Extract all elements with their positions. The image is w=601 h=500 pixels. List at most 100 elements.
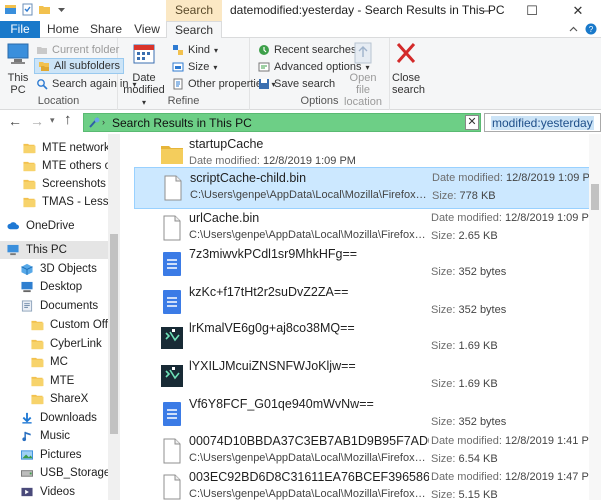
save-search-label: Save search: [274, 78, 336, 90]
nav-item[interactable]: TMAS - Lesson 6: [0, 193, 108, 211]
close-search-icon: [396, 43, 416, 63]
video-icon: [21, 487, 33, 497]
nav-item[interactable]: MTE: [0, 372, 108, 390]
scrollbar-thumb[interactable]: [110, 234, 118, 434]
file-path: C:\Users\genpe\AppData\Local\Mozilla\Fir…: [190, 189, 428, 201]
kind-label: Kind: [188, 44, 211, 56]
customize-toolbar-icon[interactable]: [55, 3, 68, 16]
nav-item[interactable]: MTE network reb: [0, 139, 108, 157]
nav-item[interactable]: Desktop: [0, 278, 108, 296]
nav-item[interactable]: Downloads: [0, 409, 108, 427]
results-scrollbar[interactable]: [589, 134, 601, 500]
date-modified-value: 12/8/2019 1:09 PM: [506, 172, 599, 184]
up-arrow-icon[interactable]: ↑: [64, 111, 72, 128]
music-icon: [22, 431, 31, 442]
size-button[interactable]: Size ▾: [172, 59, 217, 75]
list-item[interactable]: lYXILJMcuiZNSNFWJoKljw== Size: 1.69 KB: [134, 356, 590, 398]
save-search-button[interactable]: Save search: [258, 76, 335, 92]
list-item[interactable]: lrKmalVE6g0g+aj8co38MQ== Size: 1.69 KB: [134, 318, 590, 360]
all-subfolders-button[interactable]: All subfolders: [34, 58, 125, 74]
nav-item[interactable]: Screenshots: [0, 175, 108, 193]
help-icon[interactable]: ?: [585, 23, 597, 35]
nav-item-label: This PC: [26, 244, 67, 256]
forward-arrow-icon[interactable]: →: [30, 113, 44, 129]
kind-button[interactable]: Kind ▾: [172, 42, 218, 58]
tab-share[interactable]: Share: [86, 21, 126, 38]
nav-item-label: Screenshots: [42, 178, 106, 190]
folder-icon: [31, 320, 44, 331]
nav-item[interactable]: ShareX: [0, 390, 108, 408]
size-value: 352 bytes: [458, 266, 507, 278]
nav-item-label: CyberLink: [50, 338, 102, 350]
nav-item[interactable]: Custom Office: [0, 316, 108, 334]
this-pc-label: This PC: [7, 72, 29, 96]
nav-item[interactable]: MTE others on co: [0, 157, 108, 175]
size-label: Size:: [431, 230, 456, 242]
nav-item-label: USB_Storage Rea: [40, 467, 108, 479]
properties-icon[interactable]: [21, 3, 34, 16]
file-size: Size: 352 bytes: [431, 266, 506, 278]
size-label: Size:: [431, 453, 456, 465]
nav-item[interactable]: 3D Objects: [0, 260, 108, 278]
close-window-button[interactable]: ✕: [555, 0, 601, 21]
explorer-app-icon[interactable]: [4, 3, 17, 16]
nav-item[interactable]: MC: [0, 353, 108, 371]
close-search-button[interactable]: Close search: [392, 41, 425, 96]
svg-text:?: ?: [589, 25, 594, 34]
tab-home[interactable]: Home: [44, 21, 82, 38]
minimize-button[interactable]: ─: [463, 0, 509, 21]
search-results-icon: [89, 117, 100, 128]
nav-item[interactable]: CyberLink: [0, 335, 108, 353]
nav-item-label: TMAS - Lesson 6: [42, 196, 108, 208]
nav-item[interactable]: Music: [0, 427, 108, 445]
dropdown-arrow-icon: ▾: [214, 45, 219, 55]
scrollbar-thumb[interactable]: [591, 184, 599, 210]
date-modified-value: 12/8/2019 1:09 PM: [505, 212, 598, 224]
current-folder-label: Current folder: [52, 44, 120, 56]
nav-item[interactable]: Pictures: [0, 446, 108, 464]
quick-access-toolbar: [4, 3, 68, 16]
list-item[interactable]: 7z3miwvkPCdl1sr9MhkHFg== Size: 352 bytes: [134, 244, 590, 286]
nav-item[interactable]: OneDrive: [0, 217, 108, 235]
recent-locations-chevron-icon[interactable]: ▾: [50, 115, 55, 126]
date-modified-label: Date modified:: [432, 172, 503, 184]
address-bar[interactable]: › Search Results in This PC ✕: [83, 113, 481, 132]
nav-item[interactable]: USB_Storage Rea: [0, 464, 108, 482]
tab-search[interactable]: Search: [166, 21, 222, 39]
search-results-list: startupCache Date modified: 12/8/2019 1:0…: [120, 134, 601, 500]
nav-item-label: MTE network reb: [42, 142, 108, 154]
nav-item-label: MTE: [50, 375, 75, 387]
properties-icon: [173, 78, 183, 90]
tab-view[interactable]: View: [130, 21, 164, 38]
breadcrumb[interactable]: Search Results in This PC: [112, 116, 252, 130]
minimize-ribbon-icon[interactable]: [568, 24, 579, 35]
nav-item[interactable]: Documents: [0, 297, 108, 315]
clear-address-button[interactable]: ✕: [465, 115, 479, 130]
tab-file[interactable]: File: [0, 21, 40, 38]
size-value: 778 KB: [459, 190, 496, 202]
kind-icon: [173, 45, 183, 55]
back-arrow-icon[interactable]: ←: [8, 113, 22, 129]
list-item[interactable]: 003EC92BD6D8C31611EA76BCEF396586D9B... C:…: [134, 467, 598, 500]
maximize-button[interactable]: ☐: [509, 0, 555, 21]
this-pc-button[interactable]: This PC: [4, 41, 32, 96]
nav-item-label: Music: [40, 430, 71, 442]
search-input[interactable]: modified:yesterday: [484, 113, 601, 132]
date-modified: Date modified: 12/8/2019 1:09 PM: [189, 155, 356, 167]
file-size: Size: 1.69 KB: [431, 378, 498, 390]
address-bar-row: ← → ▾ ↑ › Search Results in This PC ✕ mo…: [0, 110, 601, 134]
options-group: Recent searches ▾ Advanced options ▾ Sav…: [250, 38, 390, 110]
list-item[interactable]: Vf6Y8FCF_G01qe940mWvNw== Size: 352 bytes: [134, 394, 590, 436]
file-size: Size: 352 bytes: [431, 304, 506, 316]
date-modified-label: Date modified:: [189, 155, 260, 167]
folder-icon: [23, 143, 36, 154]
nav-item[interactable]: Videos: [0, 483, 108, 500]
new-folder-icon[interactable]: [38, 3, 51, 16]
title-bar: Search Tools datemodified:yesterday - Se…: [0, 0, 601, 38]
current-folder-button[interactable]: Current folder: [36, 42, 119, 58]
nav-item[interactable]: This PC: [0, 241, 108, 259]
search-icon: [37, 79, 48, 90]
list-item[interactable]: scriptCache-child.bin C:\Users\genpe\AppD…: [134, 167, 599, 209]
navigation-pane: MTE network reb MTE others on co Screensho…: [0, 134, 108, 500]
navigation-scrollbar[interactable]: [108, 134, 120, 500]
